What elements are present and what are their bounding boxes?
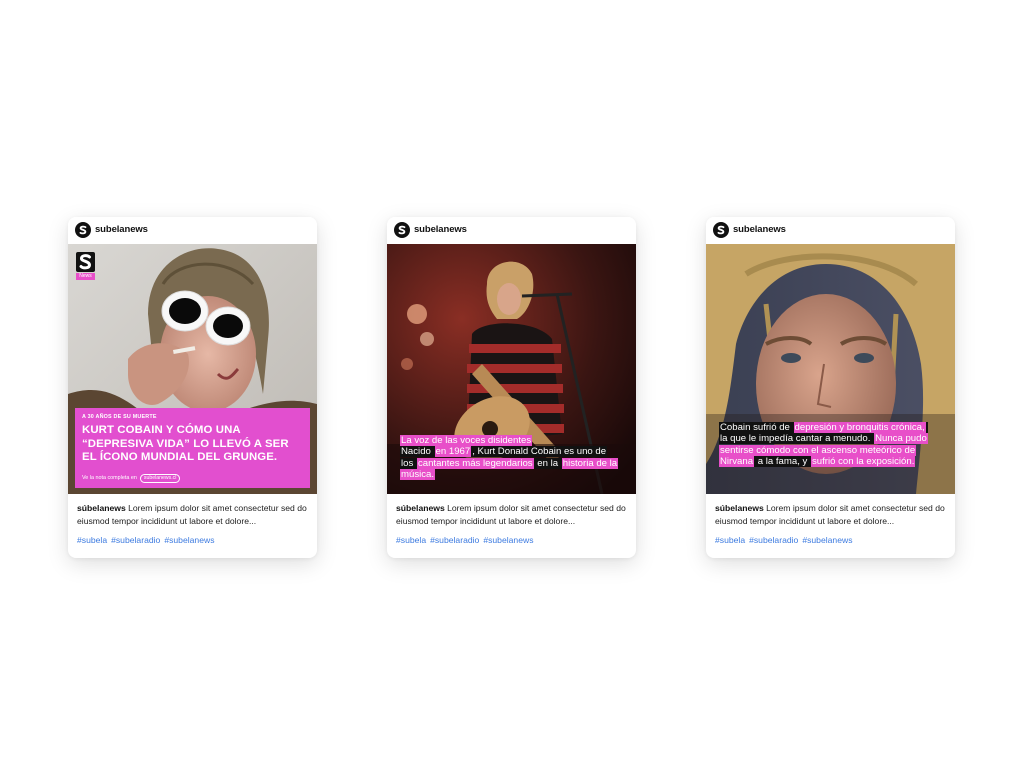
hashtag-link[interactable]: #subelanews [164,535,214,545]
hashtag-link[interactable]: #subela [715,535,745,545]
post-card-2[interactable]: subelanews La voz de las voces disidente… [387,217,636,558]
quote-segment: depresión y bronquitis crónica, [793,422,926,433]
hashtag-link[interactable]: #subela [396,535,426,545]
quote-segment: Cobain sufrió de [719,422,794,433]
quote-segment: en 1967 [434,446,472,458]
footer-link[interactable]: subelanews.cl [139,474,181,483]
caption-username[interactable]: súbelanews [715,503,764,513]
post-image[interactable]: News A 30 AÑOS DE SU MUERTE KURT COBAIN … [68,244,317,494]
headline-box: A 30 AÑOS DE SU MUERTE KURT COBAIN Y CÓM… [75,408,310,488]
quote-segment: cantantes más legendarios [416,457,534,469]
post-username[interactable]: subelanews [95,224,148,235]
post-image[interactable]: Cobain sufrió de depresión y bronquitis … [706,244,955,494]
subela-logo-icon[interactable] [713,222,729,238]
subela-news-logo: News [76,252,95,280]
quote-segment: sufrió con la exposición. [810,456,916,468]
post-image[interactable]: La voz de las voces disidentes Nacido en… [387,244,636,494]
post-caption: súbelanews Lorem ipsum dolor sit amet co… [396,502,628,527]
quote-segment: Nacido [400,446,435,458]
news-badge: News [76,273,95,280]
hashtags: #subela #subelaradio #subelanews [396,535,538,545]
post-header: subelanews [706,217,955,244]
quote-segment: La voz de las voces disidentes [400,435,533,446]
quote-segment: a la fama, y [754,456,811,468]
hashtag-link[interactable]: #subelaradio [749,535,798,545]
subela-logo-icon[interactable] [394,222,410,238]
caption-username[interactable]: súbelanews [396,503,445,513]
headline-footer: Ve la nota completa en subelanews.cl [82,474,181,483]
post-username[interactable]: subelanews [733,224,786,235]
highlighted-quote: Cobain sufrió de depresión y bronquitis … [719,422,934,468]
post-card-3[interactable]: subelanews Cobain sufrió de depresión y … [706,217,955,558]
hashtags: #subela #subelaradio #subelanews [77,535,219,545]
hashtag-link[interactable]: #subelaradio [111,535,160,545]
post-caption: súbelanews Lorem ipsum dolor sit amet co… [715,502,947,527]
headline-title: KURT COBAIN Y CÓMO UNA “DEPRESIVA VIDA” … [82,424,289,464]
quote-segment: en la [533,457,562,469]
hashtag-link[interactable]: #subelanews [483,535,533,545]
headline-kicker: A 30 AÑOS DE SU MUERTE [82,414,157,420]
subela-logo-icon[interactable] [75,222,91,238]
subela-logo-icon [76,252,95,272]
footer-text: Ve la nota completa en [82,475,137,481]
post-card-1[interactable]: subelanews News A 30 AÑOS DE SU MUERTE K… [68,217,317,558]
post-header: subelanews [68,217,317,244]
highlighted-quote: La voz de las voces disidentes Nacido en… [400,435,620,481]
hashtag-link[interactable]: #subelanews [802,535,852,545]
post-caption: súbelanews Lorem ipsum dolor sit amet co… [77,502,309,527]
caption-username[interactable]: súbelanews [77,503,126,513]
post-header: subelanews [387,217,636,244]
post-username[interactable]: subelanews [414,224,467,235]
hashtag-link[interactable]: #subelaradio [430,535,479,545]
hashtags: #subela #subelaradio #subelanews [715,535,857,545]
hashtag-link[interactable]: #subela [77,535,107,545]
